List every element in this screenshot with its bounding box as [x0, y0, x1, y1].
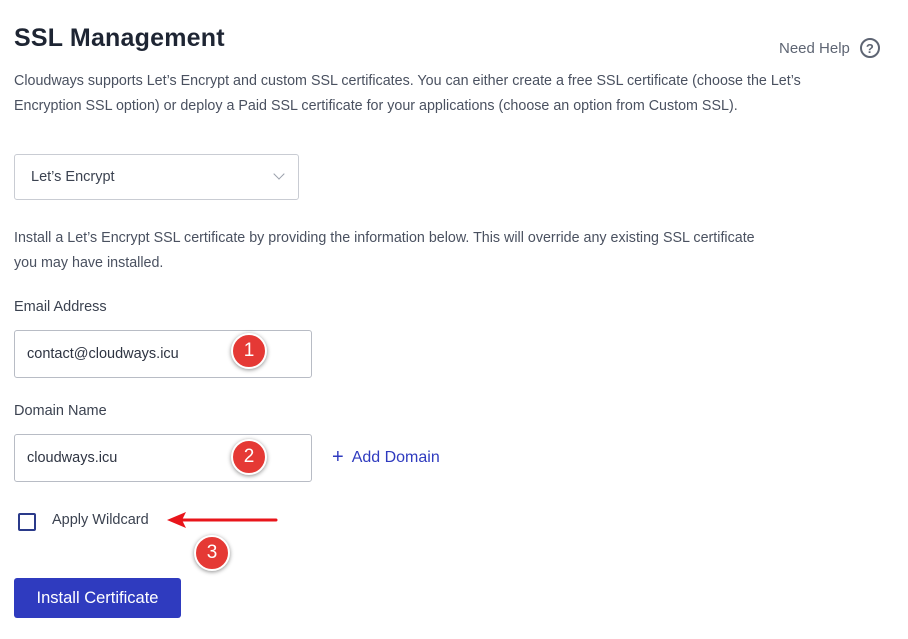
need-help-link[interactable]: Need Help ? — [779, 37, 880, 59]
page-title: SSL Management — [14, 24, 225, 52]
email-field[interactable] — [14, 330, 312, 378]
ssl-description: Cloudways supports Let’s Encrypt and cus… — [14, 73, 801, 114]
wildcard-label[interactable]: Apply Wildcard — [52, 512, 149, 528]
step-1-badge: 1 — [231, 333, 267, 369]
install-certificate-button[interactable]: Install Certificate — [14, 578, 181, 618]
step-3-badge: 3 — [194, 535, 230, 571]
plus-icon: + — [332, 446, 344, 468]
step-2-badge: 2 — [231, 439, 267, 475]
wildcard-checkbox[interactable] — [18, 513, 36, 531]
install-instructions: Install a Let’s Encrypt SSL certificate … — [14, 230, 755, 271]
domain-field[interactable] — [14, 434, 312, 482]
chevron-down-icon — [273, 168, 285, 180]
need-help-label: Need Help — [779, 39, 850, 57]
email-label: Email Address — [14, 299, 107, 315]
question-circle-icon[interactable]: ? — [859, 38, 880, 58]
add-domain-label: Add Domain — [351, 449, 440, 466]
domain-label: Domain Name — [14, 403, 107, 419]
ssl-type-selected: Let’s Encrypt — [31, 169, 115, 185]
ssl-type-select[interactable]: Let’s Encrypt — [14, 154, 299, 200]
annotation-arrow-icon — [167, 512, 278, 528]
add-domain-link[interactable]: + Add Domain — [332, 446, 440, 470]
